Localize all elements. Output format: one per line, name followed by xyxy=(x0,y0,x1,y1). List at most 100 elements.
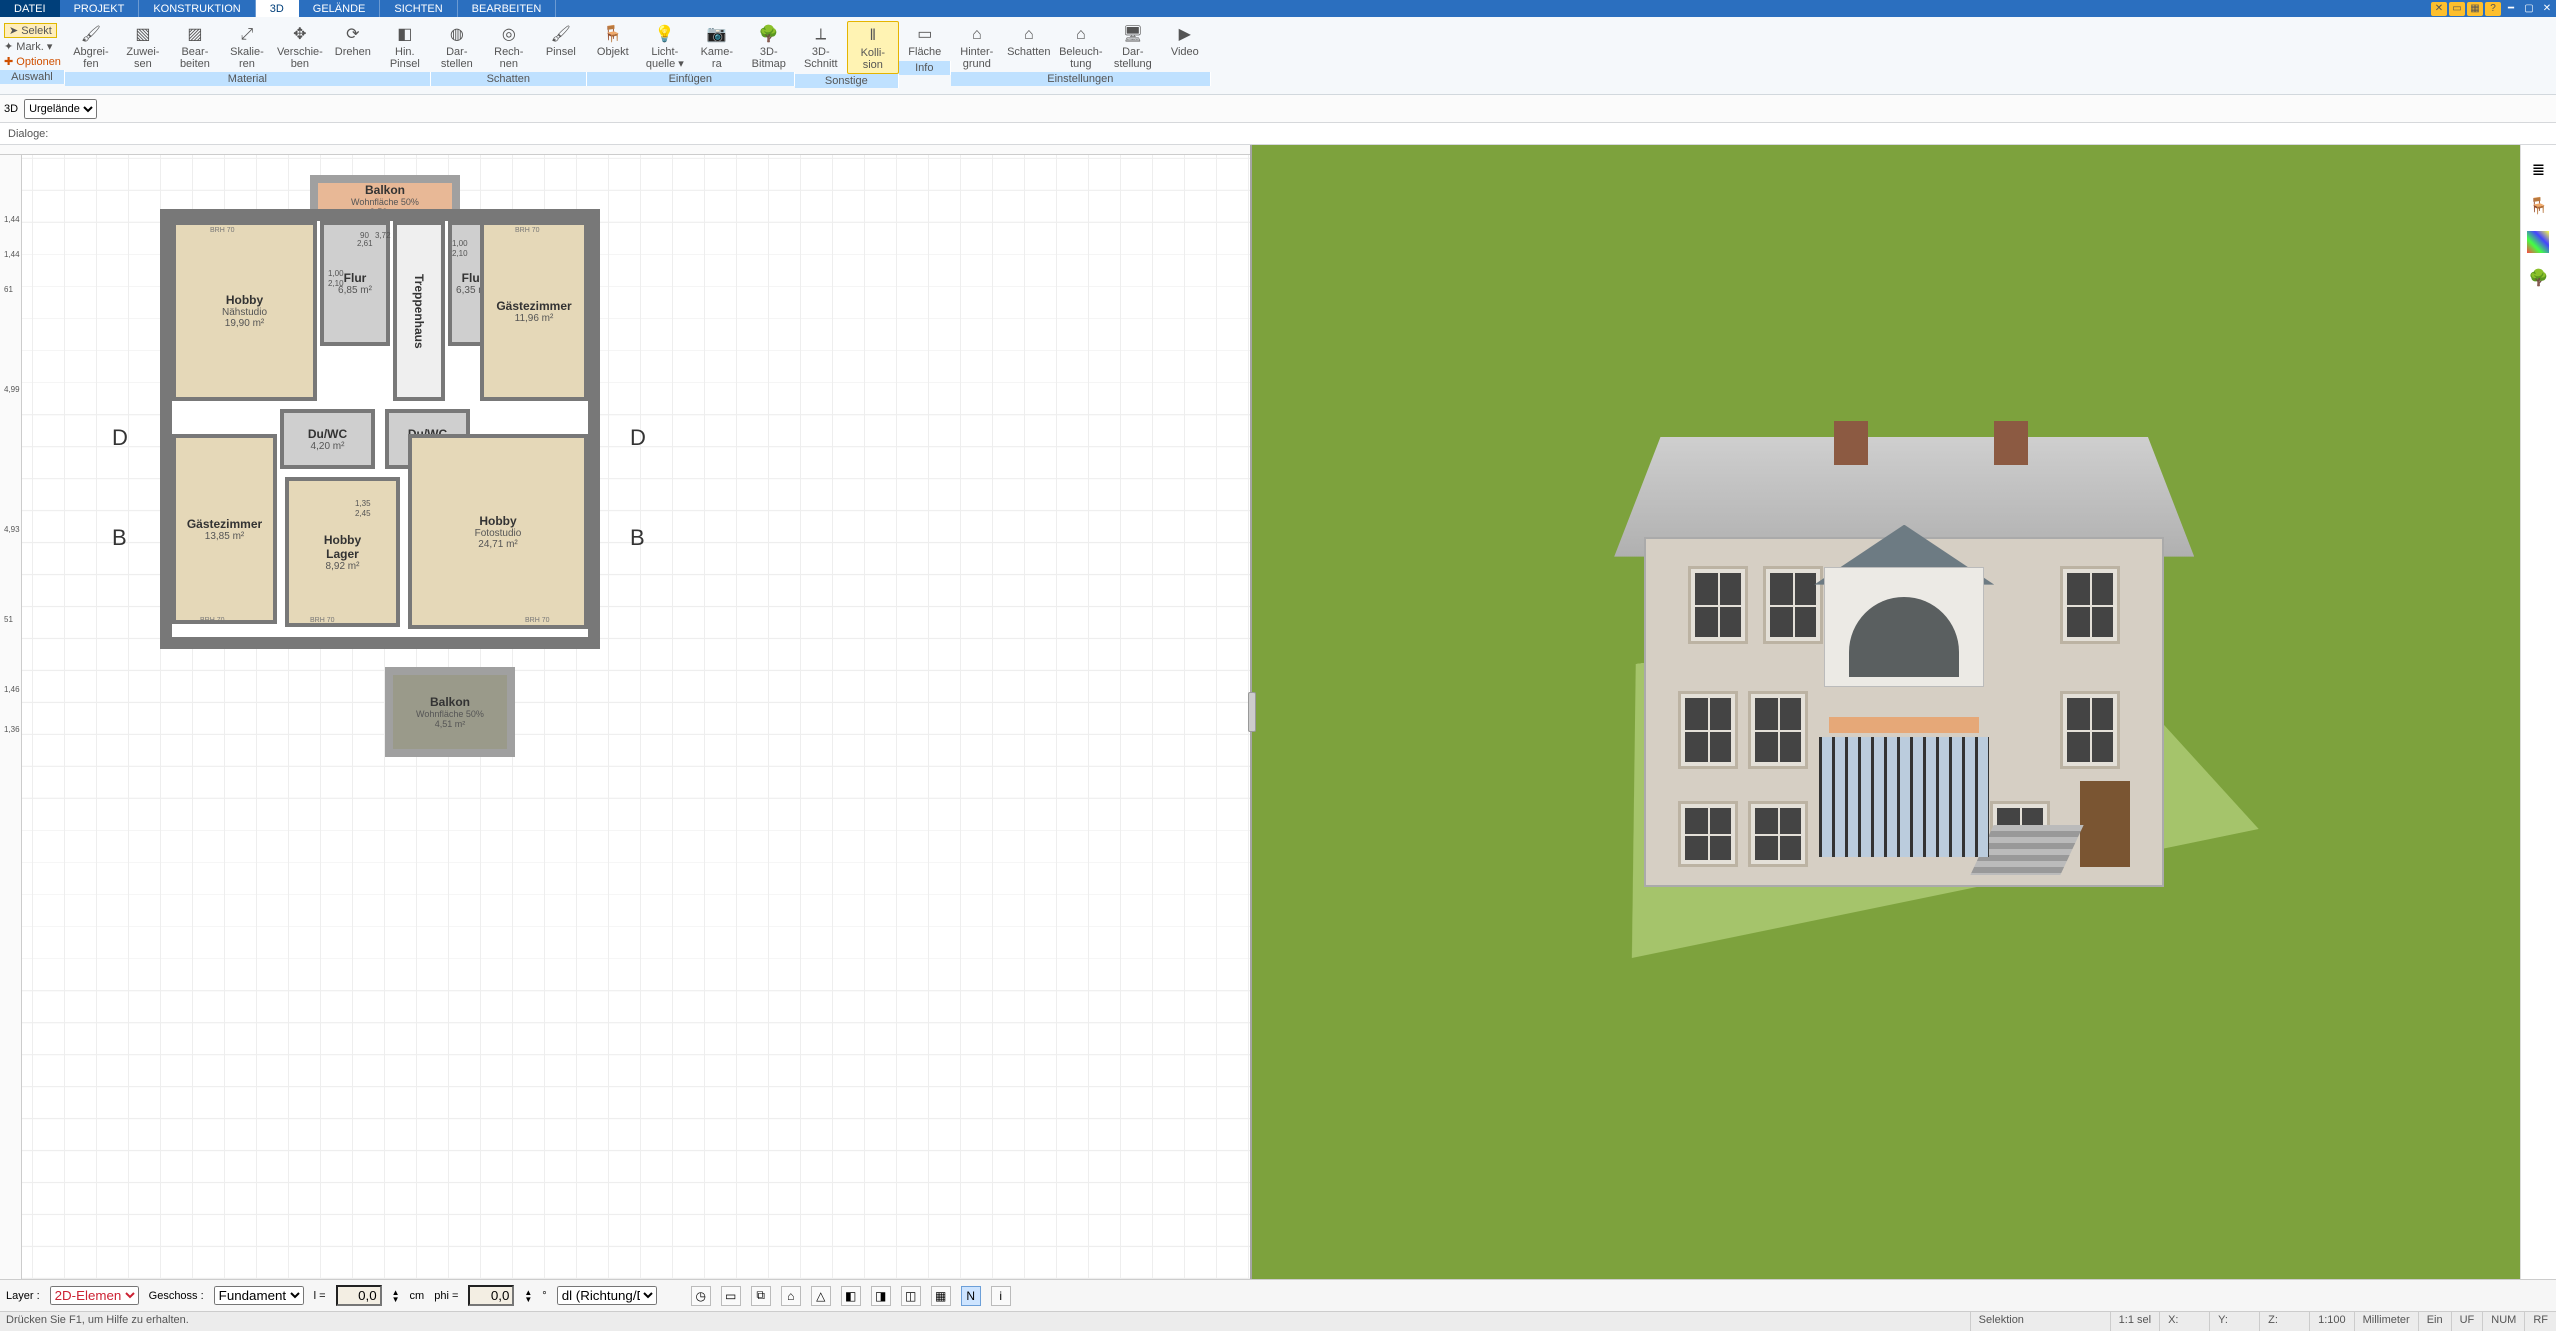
menu-bearbeiten[interactable]: BEARBEITEN xyxy=(458,0,557,17)
menu-sichten[interactable]: SICHTEN xyxy=(380,0,457,17)
ribbon-kamera[interactable]: 📷Kame- ra xyxy=(691,21,743,72)
label-3d: 3D xyxy=(4,103,18,115)
lichtquelle-label: Licht- quelle ▾ xyxy=(646,47,684,70)
room-lager[interactable]: Hobby Lager8,92 m² xyxy=(285,477,400,627)
section-d-left: D xyxy=(112,425,128,451)
wintergarten xyxy=(1819,737,1989,857)
tool-icon-2[interactable]: ▭ xyxy=(2449,2,2465,16)
close-icon[interactable]: ✕ xyxy=(2539,2,2555,16)
mark-dropdown[interactable]: ✦ Mark. ▾ xyxy=(4,40,52,53)
room-balkon-bot[interactable]: Balkon Wohnfläche 50% 4,51 m² xyxy=(385,667,515,757)
room-hobby2[interactable]: HobbyFotostudio24,71 m² xyxy=(408,434,588,629)
dim-2: 2,10 xyxy=(328,279,344,288)
ribbon-skalieren[interactable]: ⤢Skalie- ren xyxy=(221,21,273,72)
help-icon[interactable]: ? xyxy=(2485,2,2501,16)
bearbeiten-icon: ▨ xyxy=(183,23,207,47)
ribbon-kollision[interactable]: ‖Kolli- sion xyxy=(847,21,899,74)
layers3-icon[interactable]: ◨ xyxy=(871,1286,891,1306)
info-icon[interactable]: i xyxy=(991,1286,1011,1306)
dim-v6: 51 xyxy=(4,615,13,624)
layers2-icon[interactable]: ◧ xyxy=(841,1286,861,1306)
menu-projekt[interactable]: PROJEKT xyxy=(60,0,140,17)
ribbon-darstellung[interactable]: 🖥Dar- stellung xyxy=(1107,21,1159,72)
kamera-label: Kame- ra xyxy=(701,47,733,70)
group-icon[interactable]: ⧉ xyxy=(751,1286,771,1306)
ribbon-beleuchtung[interactable]: ⌂Beleuch- tung xyxy=(1055,21,1107,72)
ribbon-objekt[interactable]: 🪑Objekt xyxy=(587,21,639,72)
tool-icon-3[interactable]: ▦ xyxy=(2467,2,2483,16)
menu-konstruktion[interactable]: KONSTRUKTION xyxy=(139,0,255,17)
group-g-material: Material xyxy=(65,72,431,86)
menu-gelaende[interactable]: GELÄNDE xyxy=(299,0,381,17)
dim-6: 2,61 xyxy=(357,239,373,248)
pinsel-label: Pinsel xyxy=(546,47,576,59)
splitter-handle[interactable] xyxy=(1248,692,1256,732)
ribbon-bearbeiten[interactable]: ▨Bear- beiten xyxy=(169,21,221,72)
objekt-label: Objekt xyxy=(597,47,629,59)
status-num: NUM xyxy=(2482,1312,2524,1331)
room-gaeste-l[interactable]: Gästezimmer13,85 m² xyxy=(172,434,277,624)
beleuchtung-icon: ⌂ xyxy=(1069,23,1093,47)
ribbon-schatten2[interactable]: ⌂Schatten xyxy=(1003,21,1055,72)
grid-icon[interactable]: ▦ xyxy=(931,1286,951,1306)
chair-icon[interactable]: 🪑 xyxy=(2527,195,2549,217)
ribbon-hintergrund[interactable]: ⌂Hinter- grund xyxy=(951,21,1003,72)
room-hobby1[interactable]: HobbyNähstudio19,90 m² xyxy=(172,221,317,401)
darstellen-icon: ◍ xyxy=(445,23,469,47)
l-step-down[interactable]: ▼ xyxy=(392,1296,400,1303)
tree-icon[interactable]: 🌳 xyxy=(2527,267,2549,289)
poly-icon[interactable]: △ xyxy=(811,1286,831,1306)
video-label: Video xyxy=(1171,47,1199,59)
maximize-icon[interactable]: ▢ xyxy=(2521,2,2537,16)
bearbeiten-label: Bear- beiten xyxy=(180,47,210,70)
ribbon-abgreifen[interactable]: 🖌Abgrei- fen xyxy=(65,21,117,72)
menu-3d[interactable]: 3D xyxy=(256,0,299,17)
n-toggle[interactable]: N xyxy=(961,1286,981,1306)
ribbon-hinpinsel[interactable]: ◧Hin. Pinsel xyxy=(379,21,431,72)
ribbon-flaeche[interactable]: ▭Fläche xyxy=(899,21,951,61)
schatten2-label: Schatten xyxy=(1007,47,1050,59)
ribbon-lichtquelle[interactable]: 💡Licht- quelle ▾ xyxy=(639,21,691,72)
layers-icon[interactable]: ≣ xyxy=(2527,159,2549,181)
group-g-schatten: Schatten xyxy=(431,72,587,86)
minimize-icon[interactable]: ━ xyxy=(2503,2,2519,16)
urgelaende-select[interactable]: Urgelände xyxy=(24,99,97,119)
geschoss-select[interactable]: Fundament xyxy=(214,1286,304,1305)
kollision-icon: ‖ xyxy=(861,24,885,48)
ribbon-pinsel[interactable]: 🖌Pinsel xyxy=(535,21,587,72)
ribbon-schnitt3d[interactable]: ⟂3D- Schnitt xyxy=(795,21,847,74)
ribbon-video[interactable]: ▶Video xyxy=(1159,21,1211,72)
ribbon-drehen[interactable]: ⟳Drehen xyxy=(327,21,379,72)
optionen-button[interactable]: ✚ Optionen xyxy=(4,55,61,68)
floorplan-view[interactable]: 1,44 1,44 61 4,99 4,93 51 1,46 1,36 Balk… xyxy=(0,145,1252,1279)
ribbon-rechnen[interactable]: ◎Rech- nen xyxy=(483,21,535,72)
ribbon-zuweisen[interactable]: ▧Zuwei- sen xyxy=(117,21,169,72)
layer-select[interactable]: 2D-Elemen xyxy=(50,1286,139,1305)
kollision-label: Kolli- sion xyxy=(861,48,885,71)
room-duwc1[interactable]: Du/WC4,20 m² xyxy=(280,409,375,469)
house-icon[interactable]: ⌂ xyxy=(781,1286,801,1306)
phi-step-down[interactable]: ▼ xyxy=(524,1296,532,1303)
ribbon-verschieben[interactable]: ✥Verschie- ben xyxy=(273,21,327,72)
ribbon-darstellen[interactable]: ◍Dar- stellen xyxy=(431,21,483,72)
palette-icon[interactable] xyxy=(2527,231,2549,253)
tool-icon-1[interactable]: ✕ xyxy=(2431,2,2447,16)
menubar: DATEI PROJEKT KONSTRUKTION 3D GELÄNDE SI… xyxy=(0,0,2556,17)
box-icon[interactable]: ◫ xyxy=(901,1286,921,1306)
phi-input[interactable] xyxy=(468,1285,514,1306)
select-button[interactable]: ➤ Selekt xyxy=(4,23,57,38)
chimney-1 xyxy=(1834,421,1868,465)
ribbon-bitmap3d[interactable]: 🌳3D- Bitmap xyxy=(743,21,795,72)
room-gaeste-r[interactable]: Gästezimmer11,96 m² xyxy=(480,221,588,401)
room-treppenhaus[interactable]: Treppenhaus xyxy=(393,221,445,401)
menu-datei[interactable]: DATEI xyxy=(0,0,60,17)
objekt-icon: 🪑 xyxy=(601,23,625,47)
screen-icon[interactable]: ▭ xyxy=(721,1286,741,1306)
clock-icon[interactable]: ◷ xyxy=(691,1286,711,1306)
l-input[interactable] xyxy=(336,1285,382,1306)
3d-view[interactable]: ≣ 🪑 🌳 xyxy=(1252,145,2556,1279)
group-g-sonstige: Sonstige xyxy=(795,74,899,88)
ribbon: ➤ Selekt ✦ Mark. ▾ ✚ Optionen Auswahl 🖌A… xyxy=(0,17,2556,95)
bitmap3d-label: 3D- Bitmap xyxy=(752,47,786,70)
dl-select[interactable]: dl (Richtung/Di xyxy=(557,1286,657,1305)
